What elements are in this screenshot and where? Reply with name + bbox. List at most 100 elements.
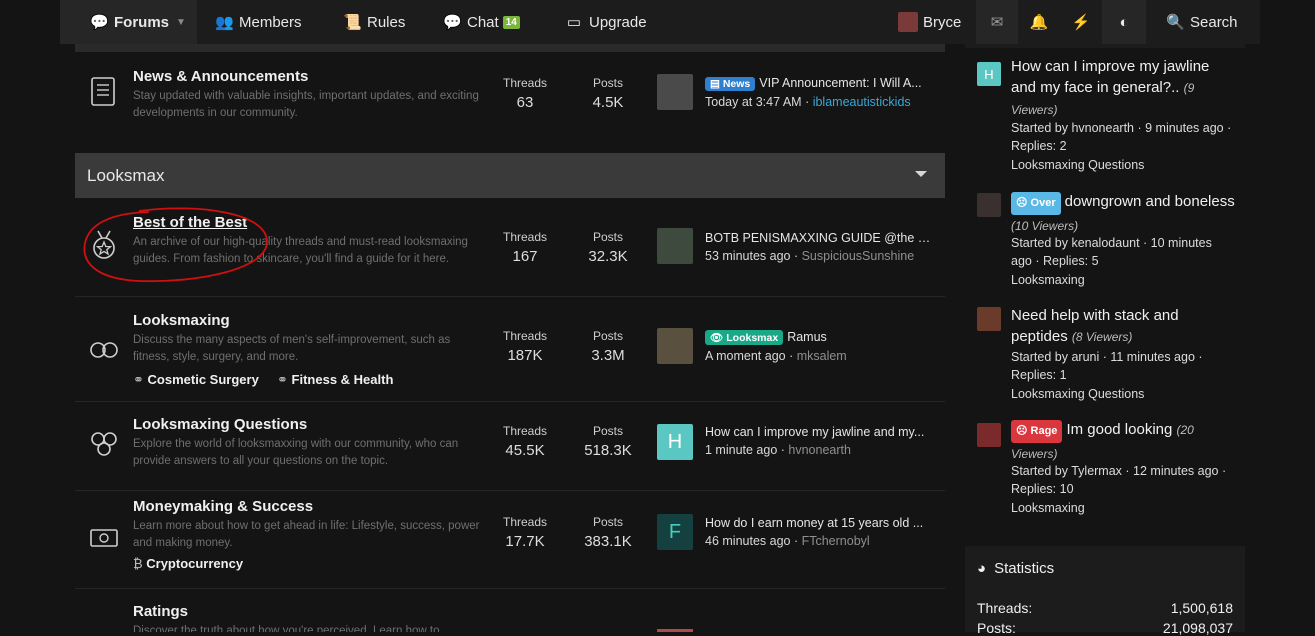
forum-title[interactable]: News & Announcements — [133, 68, 308, 85]
posts-count: 32.3K — [588, 248, 628, 265]
upgrade-icon: ▭ — [566, 14, 582, 31]
stat-threads: Threads: 1,500,618 — [977, 600, 1233, 616]
subforum-fitness-health[interactable]: ⚭ Fitness & Health — [277, 372, 393, 388]
top-navigation: 💬 Forums ▼ 👥 Members 📜 Rules 💬 Chat 14 ▭… — [0, 0, 1315, 44]
nav-forums-label: Forums — [114, 13, 170, 31]
meta-separator: · — [790, 534, 802, 548]
category-title[interactable]: Looksmax — [87, 166, 164, 186]
viewer-count: (8 Viewers) — [1071, 330, 1133, 344]
subforum-cryptocurrency[interactable]: ₿ Cryptocurrency — [133, 556, 243, 571]
latest-user[interactable]: FTchernobyl — [802, 534, 870, 548]
nav-chat[interactable]: 💬 Chat 14 — [443, 0, 520, 44]
bubbles-icon — [91, 432, 117, 456]
prefix-over: ☹ Over — [1011, 192, 1061, 215]
avatar[interactable] — [657, 328, 693, 364]
latest-thread-text: Ramus — [787, 330, 827, 344]
avatar[interactable] — [657, 228, 693, 264]
sidebar-thread[interactable]: H How can I improve my jawline and my fa… — [965, 56, 1245, 176]
collapse-toggle-icon[interactable] — [915, 171, 927, 177]
nav-members[interactable]: 👥 Members — [215, 0, 302, 44]
latest-time: Today at 3:47 AM — [705, 95, 802, 109]
threads-count: 167 — [512, 248, 538, 265]
posts-count: 4.5K — [592, 94, 624, 111]
avatar[interactable] — [977, 193, 1001, 217]
bolt-icon[interactable]: ⚡ — [1060, 0, 1102, 44]
avatar[interactable] — [977, 423, 1001, 447]
prefix-news: ▤ News — [705, 77, 756, 91]
money-icon — [90, 529, 118, 547]
latest-thread-title[interactable]: How do I earn money at 15 years old ... — [705, 516, 935, 530]
thread-title-text: How can I improve my jawline and my face… — [1011, 58, 1210, 96]
user-menu[interactable]: Bryce — [898, 0, 961, 44]
infinity-icon — [90, 342, 118, 358]
sidebar-thread-forum[interactable]: Looksmaxing Questions — [1011, 156, 1236, 174]
latest-time: A moment ago — [705, 349, 786, 363]
sidebar-thread-forum[interactable]: Looksmaxing — [1011, 499, 1236, 517]
latest-time: 1 minute ago — [705, 443, 778, 457]
sidebar-thread-meta: Started by kenalodaunt · 10 minutes ago … — [1011, 236, 1212, 268]
nav-upgrade[interactable]: ▭ Upgrade — [565, 0, 647, 44]
nav-rules[interactable]: 📜 Rules — [343, 0, 405, 44]
sidebar-thread[interactable]: Need help with stack and peptides (8 Vie… — [965, 305, 1245, 405]
latest-thread-title[interactable]: ▤ News VIP Announcement: I Will A... — [705, 76, 935, 91]
sidebar-thread[interactable]: ☹ Over downgrown and boneless (10 Viewers… — [965, 191, 1245, 291]
forum-title[interactable]: Looksmaxing — [133, 312, 230, 329]
forum-description: Learn more about how to get ahead in lif… — [133, 520, 480, 549]
forum-title[interactable]: Ratings — [133, 603, 188, 620]
avatar[interactable]: H — [977, 62, 1001, 86]
avatar[interactable]: F — [657, 514, 693, 550]
posts-label: Posts — [592, 76, 623, 90]
statistics-header: ◕ Statistics — [977, 560, 1054, 577]
avatar[interactable] — [657, 74, 693, 110]
forums-icon: 💬 — [90, 14, 109, 31]
stat-value: 1,500,618 — [1170, 600, 1233, 616]
rules-icon: 📜 — [343, 14, 362, 31]
nav-bar: 💬 Forums ▼ 👥 Members 📜 Rules 💬 Chat 14 ▭… — [60, 0, 1260, 44]
sidebar-thread[interactable]: ☹ Rage Im good looking (20 Viewers) Start… — [965, 419, 1245, 519]
sidebar-thread-title[interactable]: Need help with stack and peptides (8 Vie… — [1011, 305, 1236, 348]
toggle-icon[interactable]: ◐ — [1102, 0, 1146, 44]
nav-upgrade-label: Upgrade — [589, 13, 647, 31]
user-name: Bryce — [923, 13, 962, 31]
forum-node-best-of-the-best: Best of the Best An archive of our high-… — [75, 198, 945, 297]
category-header-looksmax[interactable]: Looksmax — [75, 153, 945, 198]
prefix-rage-label: Rage — [1030, 425, 1058, 437]
crypto-icon: ₿ — [133, 556, 143, 571]
latest-thread-title[interactable]: How can I improve my jawline and my... — [705, 425, 935, 439]
sidebar-thread-title[interactable]: ☹ Rage Im good looking (20 Viewers) — [1011, 419, 1236, 465]
sidebar-thread-forum[interactable]: Looksmaxing — [1011, 271, 1236, 289]
sidebar-thread-title[interactable]: How can I improve my jawline and my face… — [1011, 56, 1236, 121]
forum-description: Discuss the many aspects of men's self-i… — [133, 334, 451, 363]
forum-title[interactable]: Moneymaking & Success — [133, 498, 313, 515]
nav-forums[interactable]: 💬 Forums ▼ — [60, 0, 197, 44]
prefix-rage: ☹ Rage — [1011, 420, 1063, 443]
threads-label: Threads — [502, 329, 548, 343]
avatar[interactable] — [977, 307, 1001, 331]
document-icon — [91, 77, 115, 106]
latest-user[interactable]: iblameautistickids — [813, 95, 911, 109]
prefix-over-label: Over — [1030, 197, 1056, 209]
sidebar-thread-title[interactable]: ☹ Over downgrown and boneless (10 Viewers… — [1011, 191, 1236, 237]
forum-title[interactable]: Looksmaxing Questions — [133, 416, 307, 433]
forum-description: Stay updated with valuable insights, imp… — [133, 90, 479, 119]
latest-user[interactable]: hvnonearth — [788, 443, 851, 457]
posts-label: Posts — [592, 329, 623, 343]
nav-search[interactable]: 🔍 Search — [1166, 0, 1238, 44]
latest-thread-title[interactable]: BOTB PENISMAXXING GUIDE @the B... — [705, 231, 935, 245]
forum-description: Discover the truth about how you're perc… — [133, 625, 440, 632]
avatar[interactable]: H — [657, 424, 693, 460]
threads-label: Threads — [502, 230, 548, 244]
latest-thread-title[interactable]: 👁 Looksmax Ramus — [705, 330, 935, 345]
sidebar-thread-forum[interactable]: Looksmaxing Questions — [1011, 385, 1236, 403]
latest-meta: 53 minutes ago · SuspiciousSunshine — [705, 249, 914, 263]
nav-chat-label: Chat — [467, 13, 499, 31]
subforum-cosmetic-surgery[interactable]: ⚭ Cosmetic Surgery — [133, 372, 259, 388]
posts-count: 518.3K — [584, 442, 632, 459]
latest-user[interactable]: mksalem — [797, 349, 847, 363]
chevron-down-icon[interactable]: ▼ — [176, 17, 186, 28]
forum-node-looksmaxing-questions: Looksmaxing Questions Explore the world … — [75, 402, 945, 491]
meta-separator: · — [777, 443, 789, 457]
envelope-icon[interactable]: ✉ — [976, 0, 1018, 44]
latest-user[interactable]: SuspiciousSunshine — [802, 249, 915, 263]
bell-icon[interactable]: 🔔 — [1018, 0, 1060, 44]
